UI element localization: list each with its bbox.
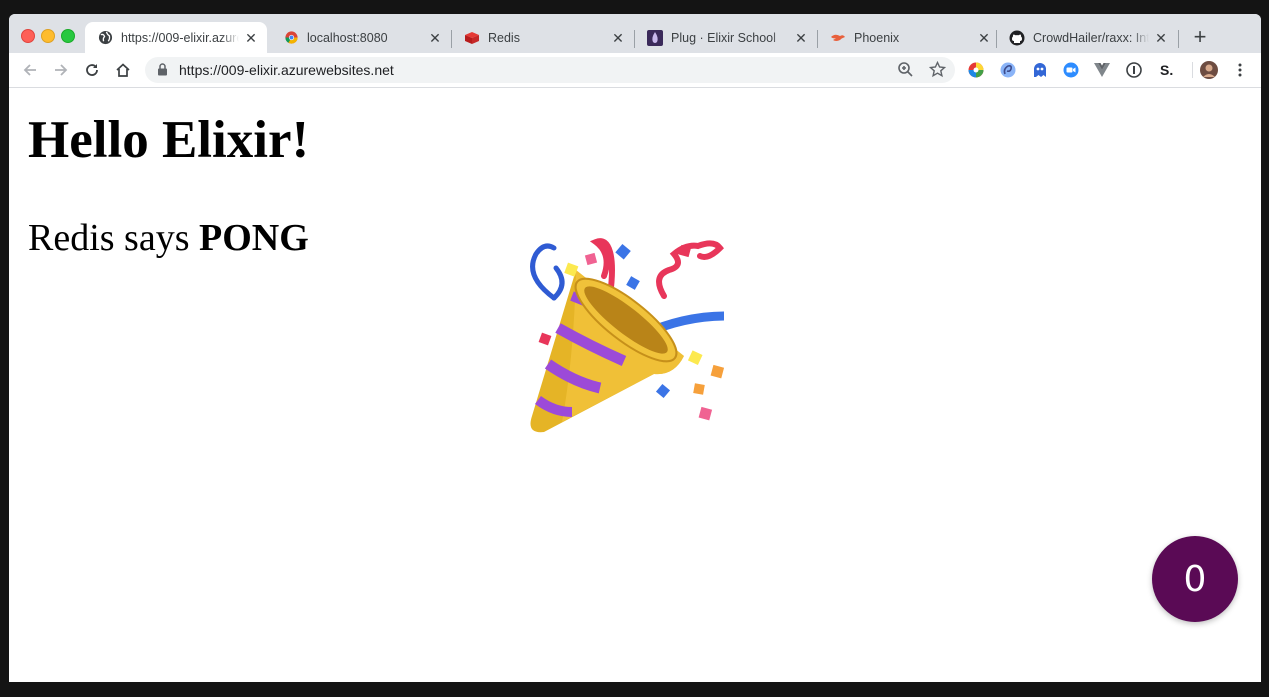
- globe-icon: [97, 30, 113, 46]
- lock-icon[interactable]: [157, 63, 168, 81]
- spiral-extension-icon[interactable]: [999, 61, 1017, 79]
- forward-button[interactable]: [50, 59, 72, 81]
- tab-title: https://009-elixir.azurewebsites.net: [121, 30, 239, 45]
- home-icon: [116, 63, 130, 77]
- zoom-icon[interactable]: [897, 61, 914, 83]
- tab-redis[interactable]: Redis ✕: [452, 22, 634, 53]
- tab-title: Phoenix: [854, 30, 900, 45]
- url-text: https://009-elixir.azurewebsites.net: [179, 62, 394, 78]
- tab-divider: [1178, 30, 1179, 48]
- tab-title: localhost:8080: [307, 30, 388, 45]
- redis-icon: [464, 30, 480, 46]
- page-heading: Hello Elixir!: [28, 111, 310, 169]
- tab-github-raxx[interactable]: CrowdHailer/raxx: Interface for HTTP web…: [997, 22, 1177, 53]
- vue-devtools-icon[interactable]: [1093, 61, 1111, 79]
- tab-phoenix[interactable]: Phoenix ✕: [818, 22, 1000, 53]
- reload-icon: [86, 64, 98, 76]
- tab-azure-site[interactable]: https://009-elixir.azurewebsites.net ✕: [85, 22, 267, 53]
- close-tab-icon[interactable]: ✕: [427, 30, 443, 46]
- ghost-extension-icon[interactable]: [1031, 61, 1049, 79]
- counter-badge[interactable]: 0: [1152, 536, 1238, 622]
- color-wheel-extension-icon[interactable]: [967, 61, 985, 79]
- new-tab-button[interactable]: +: [1189, 26, 1211, 48]
- party-popper-icon: [514, 236, 731, 446]
- svg-text:S.: S.: [1160, 62, 1173, 78]
- bookmark-star-icon[interactable]: [928, 60, 947, 83]
- tab-elixir-school[interactable]: Plug · Elixir School ✕: [635, 22, 817, 53]
- tab-title: Plug · Elixir School: [671, 30, 776, 45]
- tab-localhost[interactable]: localhost:8080 ✕: [271, 22, 451, 53]
- elixir-school-icon: [647, 29, 663, 46]
- toolbar-divider: [1192, 62, 1193, 78]
- redis-status-line: Redis says PONG: [28, 216, 309, 260]
- close-window-button[interactable]: [21, 29, 35, 43]
- close-tab-icon[interactable]: ✕: [243, 30, 259, 46]
- s-extension-icon[interactable]: S.: [1156, 61, 1174, 79]
- arrow-left-icon: [23, 64, 36, 76]
- github-icon: [1009, 30, 1025, 46]
- browser-window: https://009-elixir.azurewebsites.net ✕ l…: [9, 14, 1261, 682]
- arrow-right-icon: [55, 64, 68, 76]
- home-button[interactable]: [112, 59, 134, 81]
- page-content: Hello Elixir! Redis says PONG 0: [9, 88, 1261, 682]
- background-edge: [1261, 0, 1269, 697]
- close-tab-icon[interactable]: ✕: [793, 30, 809, 46]
- back-button[interactable]: [19, 59, 41, 81]
- tab-title: CrowdHailer/raxx: Interface for HTTP web…: [1033, 30, 1149, 45]
- close-tab-icon[interactable]: ✕: [976, 30, 992, 46]
- tab-title: Redis: [488, 30, 520, 45]
- browser-toolbar: https://009-elixir.azurewebsites.net S.: [9, 53, 1261, 88]
- tab-strip: https://009-elixir.azurewebsites.net ✕ l…: [9, 14, 1261, 53]
- minimize-window-button[interactable]: [41, 29, 55, 43]
- phoenix-icon: [830, 30, 846, 46]
- redis-status-prefix: Redis says: [28, 217, 199, 259]
- menu-kebab-icon[interactable]: [1231, 61, 1249, 79]
- redis-reply: PONG: [199, 217, 309, 259]
- reload-button[interactable]: [81, 59, 103, 81]
- close-tab-icon[interactable]: ✕: [1153, 30, 1169, 46]
- close-tab-icon[interactable]: ✕: [610, 30, 626, 46]
- maximize-window-button[interactable]: [61, 29, 75, 43]
- avatar[interactable]: [1200, 61, 1218, 79]
- chrome-icon: [283, 30, 299, 46]
- address-bar[interactable]: https://009-elixir.azurewebsites.net: [145, 57, 955, 83]
- password-manager-icon[interactable]: [1125, 61, 1143, 79]
- video-camera-extension-icon[interactable]: [1062, 61, 1080, 79]
